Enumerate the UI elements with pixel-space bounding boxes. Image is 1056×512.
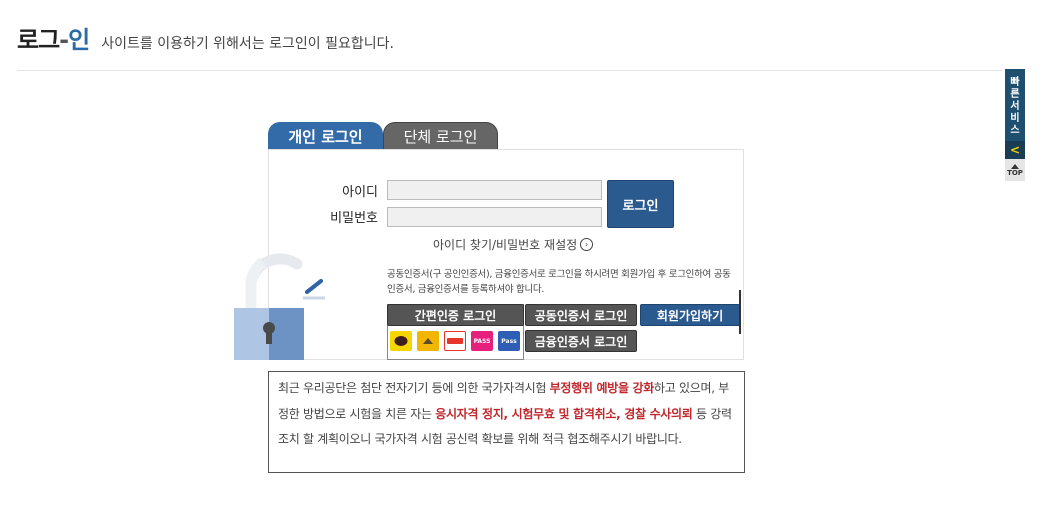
id-input[interactable]: [387, 180, 602, 200]
arrow-circle-icon: ›: [580, 238, 594, 251]
quick-char: 서: [1010, 101, 1020, 112]
joint-cert-login-button[interactable]: 공동인증서 로그인: [525, 304, 637, 326]
kakao-icon[interactable]: [390, 331, 412, 351]
warning-text-1: 최근 우리공단은 첨단 전자기기 등에 의한 국가자격시험: [278, 381, 550, 395]
login-button[interactable]: 로그인: [607, 180, 674, 228]
warning-highlight-2: 응시자격 정지, 시험무효 및 합격취소, 경찰 수사의뢰: [435, 406, 693, 421]
separator-line: [739, 290, 741, 334]
quick-service-panel: 빠 른 서 비 스 < TOP: [1005, 69, 1025, 181]
page-title: 로그-인: [17, 26, 90, 54]
tab-personal-login[interactable]: 개인 로그인: [268, 122, 383, 150]
cert-notice: 공동인증서(구 공인인증서), 금융인증서로 로그인을 하시려면 회원가입 후 …: [387, 269, 731, 295]
password-input[interactable]: [387, 207, 602, 227]
cert-provider-icons: PASS Pass: [390, 331, 520, 351]
quick-char: 른: [1010, 89, 1020, 100]
payco-icon[interactable]: [444, 331, 466, 351]
pass-blue-icon[interactable]: Pass: [498, 331, 520, 351]
simple-auth-login-button[interactable]: 간편인증 로그인: [387, 304, 524, 326]
find-id-password-link[interactable]: 아이디 찾기/비밀번호 재설정 ›: [433, 236, 594, 253]
quick-char: 비: [1010, 113, 1020, 124]
page-header: 로그-인 사이트를 이용하기 위해서는 로그인이 필요합니다.: [17, 20, 394, 55]
scroll-top-button[interactable]: TOP: [1005, 159, 1025, 181]
id-label: 아이디: [342, 185, 378, 200]
join-button[interactable]: 회원가입하기: [640, 304, 740, 326]
fraud-warning-box: 최근 우리공단은 첨단 전자기기 등에 의한 국가자격시험 부정행위 예방을 강…: [268, 371, 745, 473]
quick-char: 스: [1010, 125, 1020, 136]
warning-highlight-1: 부정행위 예방을 강화: [549, 381, 655, 395]
pass-icon[interactable]: PASS: [471, 331, 493, 351]
top-label: TOP: [1007, 168, 1023, 177]
quick-char: 빠: [1010, 77, 1020, 88]
kb-icon[interactable]: [417, 331, 439, 351]
find-link-label: 아이디 찾기/비밀번호 재설정: [433, 238, 578, 252]
page-subtitle: 사이트를 이용하기 위해서는 로그인이 필요합니다.: [101, 36, 394, 52]
tab-group-login[interactable]: 단체 로그인: [383, 122, 498, 150]
financial-cert-login-button[interactable]: 금융인증서 로그인: [525, 330, 637, 352]
password-label: 비밀번호: [330, 211, 378, 226]
chevron-left-icon[interactable]: <: [1005, 141, 1025, 159]
header-divider: [17, 70, 1002, 71]
lock-illustration: [234, 253, 325, 360]
